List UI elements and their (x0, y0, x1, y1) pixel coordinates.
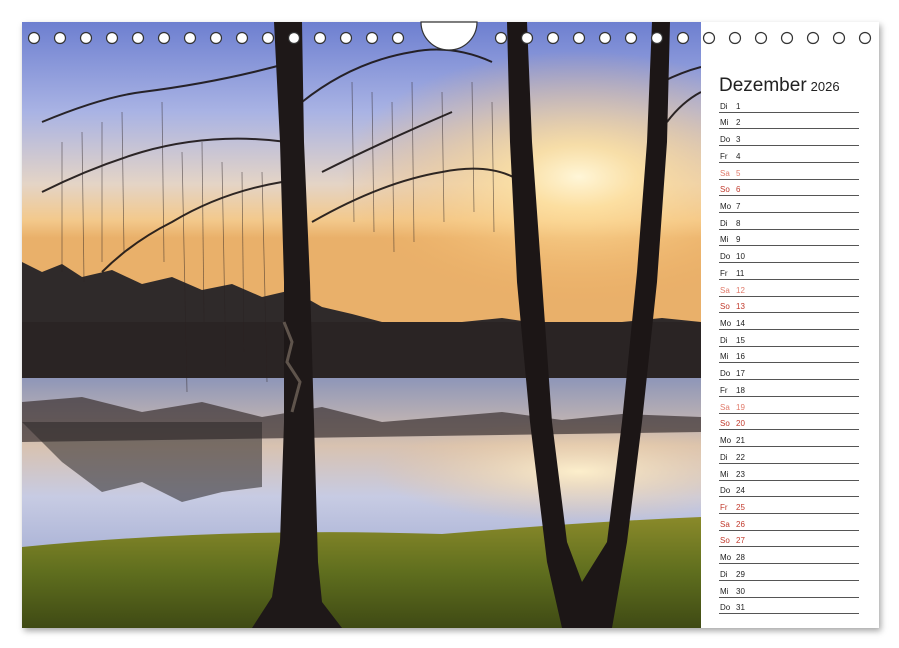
day-number: 4 (736, 151, 741, 161)
weekday-label: Do (720, 486, 731, 496)
weekday-label: Di (720, 101, 728, 111)
day-number: 17 (736, 369, 745, 379)
day-row: So 20 (719, 414, 859, 431)
weekday-label: Di (720, 335, 728, 345)
year: 2026 (810, 79, 840, 94)
day-row: Sa 5 (719, 163, 859, 180)
day-row: Mi 30 (719, 581, 859, 598)
day-row: Do 3 (719, 129, 859, 147)
weekday-label: So (720, 419, 730, 429)
day-number: 10 (736, 252, 745, 262)
weekday-label: Mo (720, 202, 732, 211)
day-number: 9 (736, 235, 741, 245)
weekday-label: Mo (720, 319, 732, 329)
day-number: 31 (736, 603, 745, 613)
day-number: 7 (736, 202, 741, 211)
weekday-label: Do (720, 252, 731, 262)
day-number: 28 (736, 553, 745, 563)
day-number: 18 (736, 385, 745, 395)
day-row: Fr 25 (719, 497, 859, 514)
day-row: Do 10 (719, 246, 859, 264)
day-row: Di 22 (719, 447, 859, 464)
day-number: 15 (736, 335, 745, 345)
day-row: Do 24 (719, 481, 859, 498)
day-number: 16 (736, 352, 745, 362)
weekday-label: Mo (720, 436, 732, 446)
weekday-label: Sa (720, 519, 730, 529)
day-number: 29 (736, 569, 745, 579)
weekday-label: Fr (720, 151, 728, 161)
day-number: 5 (736, 168, 741, 178)
day-row: Do 17 (719, 364, 859, 381)
day-number: 11 (736, 268, 745, 278)
weekday-label: Mo (720, 553, 732, 563)
landscape-photo (22, 22, 701, 628)
day-row: Mo 7 (719, 196, 859, 213)
day-number: 27 (736, 536, 745, 546)
weekday-label: Di (720, 452, 728, 462)
day-row: Mi 16 (719, 347, 859, 364)
day-number: 24 (736, 486, 745, 496)
day-row: Fr 11 (719, 263, 859, 280)
month-title: Dezember 2026 (719, 62, 840, 99)
weekday-label: Sa (720, 402, 730, 412)
weekday-label: Di (720, 218, 728, 228)
day-number: 1 (736, 101, 741, 111)
weekday-label: Do (720, 135, 731, 145)
weekday-label: Fr (720, 268, 728, 278)
month-name: Dezember (719, 75, 807, 96)
day-row: Mo 14 (719, 313, 859, 331)
day-row: So 13 (719, 297, 859, 314)
weekday-label: Di (720, 569, 728, 579)
weekday-label: Sa (720, 168, 730, 178)
day-row: So 6 (719, 180, 859, 197)
day-row: Di 1 (719, 96, 859, 113)
day-row: Mi 2 (719, 113, 859, 130)
day-row: Fr 4 (719, 146, 859, 163)
day-number: 14 (736, 319, 745, 329)
day-number: 6 (736, 185, 741, 195)
day-row: Mo 21 (719, 430, 859, 448)
weekday-label: Mi (720, 469, 729, 479)
day-row: Di 29 (719, 564, 859, 581)
day-number: 19 (736, 402, 745, 412)
day-row: Di 15 (719, 330, 859, 347)
day-row: Sa 12 (719, 280, 859, 297)
day-row: Sa 19 (719, 397, 859, 414)
day-number: 2 (736, 118, 741, 128)
weekday-label: Mi (720, 118, 729, 128)
day-number: 25 (736, 502, 745, 512)
day-row: Do 31 (719, 598, 859, 615)
day-number: 30 (736, 586, 745, 596)
weekday-label: Fr (720, 502, 728, 512)
day-number: 26 (736, 519, 745, 529)
weekday-label: Do (720, 369, 731, 379)
day-number: 8 (736, 218, 741, 228)
day-row: Sa 26 (719, 514, 859, 531)
day-row: Mo 28 (719, 547, 859, 565)
day-number: 22 (736, 452, 745, 462)
day-row: Di 8 (719, 213, 859, 230)
day-row: So 27 (719, 531, 859, 548)
day-number: 12 (736, 285, 745, 295)
weekday-label: Sa (720, 285, 730, 295)
day-row: Mi 23 (719, 464, 859, 481)
day-row: Mi 9 (719, 230, 859, 247)
calendar-panel: Dezember 2026 Di 1 Mi 2 Do 3 Fr 4 Sa 5 So 6 Mo 7 Di 8 Mi 9… (701, 22, 879, 628)
day-number: 3 (736, 135, 741, 145)
day-number: 21 (736, 436, 745, 446)
weekday-label: Mi (720, 586, 729, 596)
weekday-label: Do (720, 603, 731, 613)
day-number: 23 (736, 469, 745, 479)
weekday-label: Fr (720, 385, 728, 395)
weekday-label: So (720, 302, 730, 312)
weekday-label: So (720, 185, 730, 195)
day-row: Fr 18 (719, 380, 859, 397)
day-number: 20 (736, 419, 745, 429)
weekday-label: Mi (720, 352, 729, 362)
weekday-label: So (720, 536, 730, 546)
weekday-label: Mi (720, 235, 729, 245)
day-number: 13 (736, 302, 745, 312)
